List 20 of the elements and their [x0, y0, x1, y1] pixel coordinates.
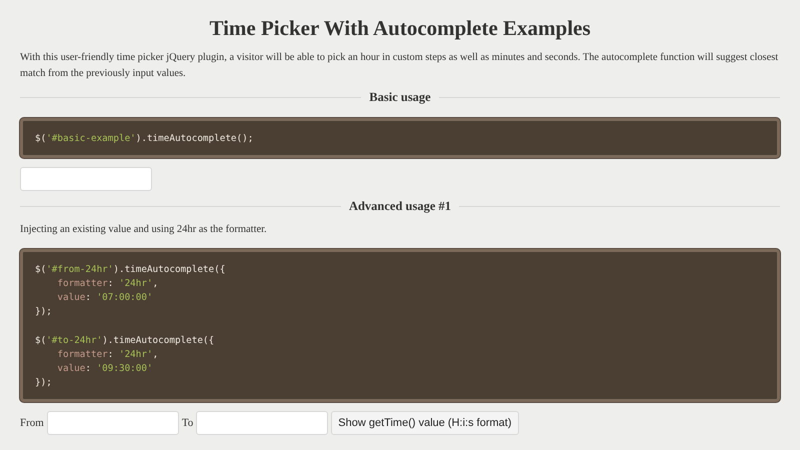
section-heading: Advanced usage #1 [348, 198, 452, 215]
time-input[interactable] [196, 410, 328, 434]
field-label: To [182, 416, 194, 428]
section-heading: Basic usage [369, 89, 431, 106]
show-time-button[interactable]: Show getTime() value (H:i:s format) [331, 410, 518, 434]
code-line: $('#from-24hr').timeAutocomplete({ [35, 263, 226, 277]
code-line: $('#to-24hr').timeAutocomplete({ [35, 334, 214, 348]
time-input[interactable] [20, 167, 152, 191]
code-line: value: '09:30:00' [56, 362, 153, 376]
code-line: }); [35, 305, 52, 319]
code-line: formatter: '24hr', [56, 348, 158, 362]
time-input[interactable] [46, 410, 179, 434]
field-label: From [20, 416, 44, 428]
code-line: formatter: '24hr', [56, 277, 158, 291]
code-line: }); [35, 376, 52, 390]
code-line: value: '07:00:00' [56, 291, 153, 305]
page-title: Time Picker With Autocomplete Examples [208, 15, 592, 42]
code-line: $('#basic-example').timeAutocomplete(); [35, 132, 254, 146]
intro-text: With this user-friendly time picker jQuery plugin, a visitor will be able to pick an hour in custom steps as well as minutes and seconds. The autocomplete function will suggest closest match from the previously input values. [20, 51, 780, 81]
section-description: Injecting an existing value and using 24hr as the formatter. [20, 223, 268, 237]
